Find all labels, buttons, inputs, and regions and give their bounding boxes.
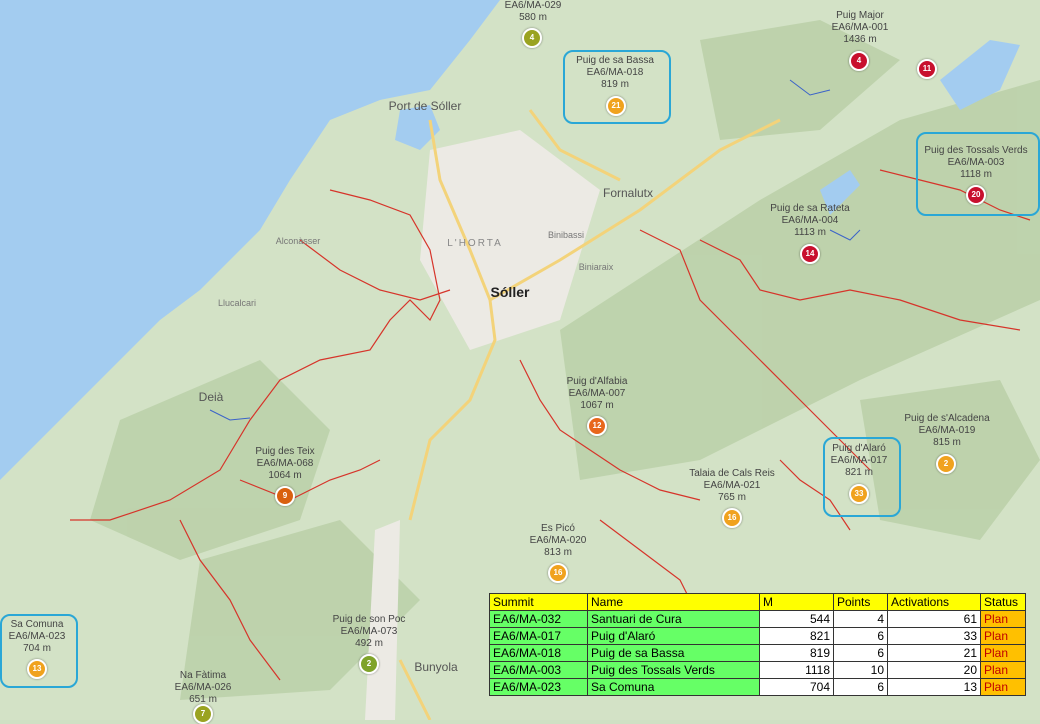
cell-status: Plan bbox=[980, 644, 1026, 662]
table-row[interactable]: EA6/MA-023 Sa Comuna 704 6 13 Plan bbox=[489, 678, 1026, 696]
summit-marker[interactable]: 20 bbox=[966, 185, 986, 205]
summit-marker[interactable]: 9 bbox=[275, 486, 295, 506]
table-row[interactable]: EA6/MA-032 Santuari de Cura 544 4 61 Pla… bbox=[489, 610, 1026, 628]
summit-marker[interactable]: 2 bbox=[936, 454, 956, 474]
cell-summit: EA6/MA-032 bbox=[489, 610, 588, 628]
place-lhorta: L'HORTA bbox=[447, 238, 503, 249]
cell-m: 819 bbox=[759, 644, 834, 662]
header-activations: Activations bbox=[887, 593, 981, 611]
cell-points: 6 bbox=[833, 644, 888, 662]
cell-summit: EA6/MA-023 bbox=[489, 678, 588, 696]
summit-label: Puig d'Alaró EA6/MA-017 821 m bbox=[830, 443, 888, 478]
summit-marker[interactable]: 2 bbox=[359, 654, 379, 674]
summit-marker[interactable]: 16 bbox=[548, 563, 568, 583]
place-deia: Deià bbox=[198, 390, 224, 404]
summit-label: Sa Comuna EA6/MA-023 704 m bbox=[8, 619, 66, 654]
summit-marker[interactable]: 16 bbox=[722, 508, 742, 528]
cell-points: 10 bbox=[833, 661, 888, 679]
cell-m: 544 bbox=[759, 610, 834, 628]
cell-activations: 33 bbox=[887, 627, 981, 645]
summit-marker[interactable]: 13 bbox=[27, 659, 47, 679]
summit-marker[interactable]: 4 bbox=[849, 51, 869, 71]
place-biniaraix: Biniaraix bbox=[578, 262, 614, 272]
table-row[interactable]: EA6/MA-018 Puig de sa Bassa 819 6 21 Pla… bbox=[489, 644, 1026, 662]
cell-activations: 21 bbox=[887, 644, 981, 662]
cell-summit: EA6/MA-017 bbox=[489, 627, 588, 645]
header-points: Points bbox=[833, 593, 888, 611]
cell-activations: 20 bbox=[887, 661, 981, 679]
summit-label: EA6/MA-029 580 m bbox=[504, 0, 562, 23]
summit-marker[interactable]: 11 bbox=[917, 59, 937, 79]
table-header-row: Summit Name M Points Activations Status bbox=[489, 593, 1026, 611]
cell-status: Plan bbox=[980, 610, 1026, 628]
header-summit: Summit bbox=[489, 593, 588, 611]
summit-label: Talaia de Cals Reis EA6/MA-021 765 m bbox=[689, 468, 775, 503]
summit-label: Puig de s'Alcadena EA6/MA-019 815 m bbox=[904, 413, 990, 448]
summit-marker[interactable]: 14 bbox=[800, 244, 820, 264]
summit-label: Na Fàtima EA6/MA-026 651 m bbox=[174, 670, 232, 705]
cell-summit: EA6/MA-003 bbox=[489, 661, 588, 679]
summit-table: Summit Name M Points Activations Status … bbox=[489, 593, 1026, 696]
place-bunyola: Bunyola bbox=[414, 660, 458, 674]
table-row[interactable]: EA6/MA-003 Puig des Tossals Verds 1118 1… bbox=[489, 661, 1026, 679]
cell-name: Puig de sa Bassa bbox=[587, 644, 760, 662]
cell-status: Plan bbox=[980, 627, 1026, 645]
cell-activations: 61 bbox=[887, 610, 981, 628]
cell-points: 6 bbox=[833, 627, 888, 645]
summit-label: Puig d'Alfabia EA6/MA-007 1067 m bbox=[566, 376, 628, 411]
summit-label: Es Picó EA6/MA-020 813 m bbox=[529, 523, 587, 558]
cell-points: 6 bbox=[833, 678, 888, 696]
header-m: M bbox=[759, 593, 834, 611]
cell-name: Sa Comuna bbox=[587, 678, 760, 696]
summit-marker[interactable]: 33 bbox=[849, 484, 869, 504]
cell-status: Plan bbox=[980, 678, 1026, 696]
cell-name: Puig d'Alaró bbox=[587, 627, 760, 645]
table-row[interactable]: EA6/MA-017 Puig d'Alaró 821 6 33 Plan bbox=[489, 627, 1026, 645]
summit-label: Puig des Tossals Verds EA6/MA-003 1118 m bbox=[924, 145, 1028, 180]
summit-label: Puig de son Poc EA6/MA-073 492 m bbox=[332, 614, 406, 649]
cell-m: 1118 bbox=[759, 661, 834, 679]
summit-label: Puig des Teix EA6/MA-068 1064 m bbox=[255, 446, 315, 481]
cell-m: 704 bbox=[759, 678, 834, 696]
summit-marker[interactable]: 7 bbox=[193, 704, 213, 724]
summit-label: Puig de sa Bassa EA6/MA-018 819 m bbox=[576, 55, 654, 90]
cell-points: 4 bbox=[833, 610, 888, 628]
header-status: Status bbox=[980, 593, 1026, 611]
place-port-soller: Port de Sóller bbox=[388, 99, 462, 113]
cell-name: Puig des Tossals Verds bbox=[587, 661, 760, 679]
summit-marker[interactable]: 12 bbox=[587, 416, 607, 436]
summit-label: Puig de sa Rateta EA6/MA-004 1113 m bbox=[770, 203, 850, 238]
cell-m: 821 bbox=[759, 627, 834, 645]
summit-label: Puig Major EA6/MA-001 1436 m bbox=[831, 10, 889, 45]
place-fornalutx: Fornalutx bbox=[602, 186, 654, 200]
cell-summit: EA6/MA-018 bbox=[489, 644, 588, 662]
summit-marker[interactable]: 4 bbox=[522, 28, 542, 48]
place-binibassi: Binibassi bbox=[547, 230, 585, 240]
place-alconasser: Alconàsser bbox=[275, 236, 321, 246]
header-name: Name bbox=[587, 593, 760, 611]
cell-name: Santuari de Cura bbox=[587, 610, 760, 628]
place-soller: Sóller bbox=[490, 284, 530, 300]
cell-activations: 13 bbox=[887, 678, 981, 696]
place-llucalcari: Llucalcari bbox=[217, 298, 257, 308]
cell-status: Plan bbox=[980, 661, 1026, 679]
summit-marker[interactable]: 21 bbox=[606, 96, 626, 116]
